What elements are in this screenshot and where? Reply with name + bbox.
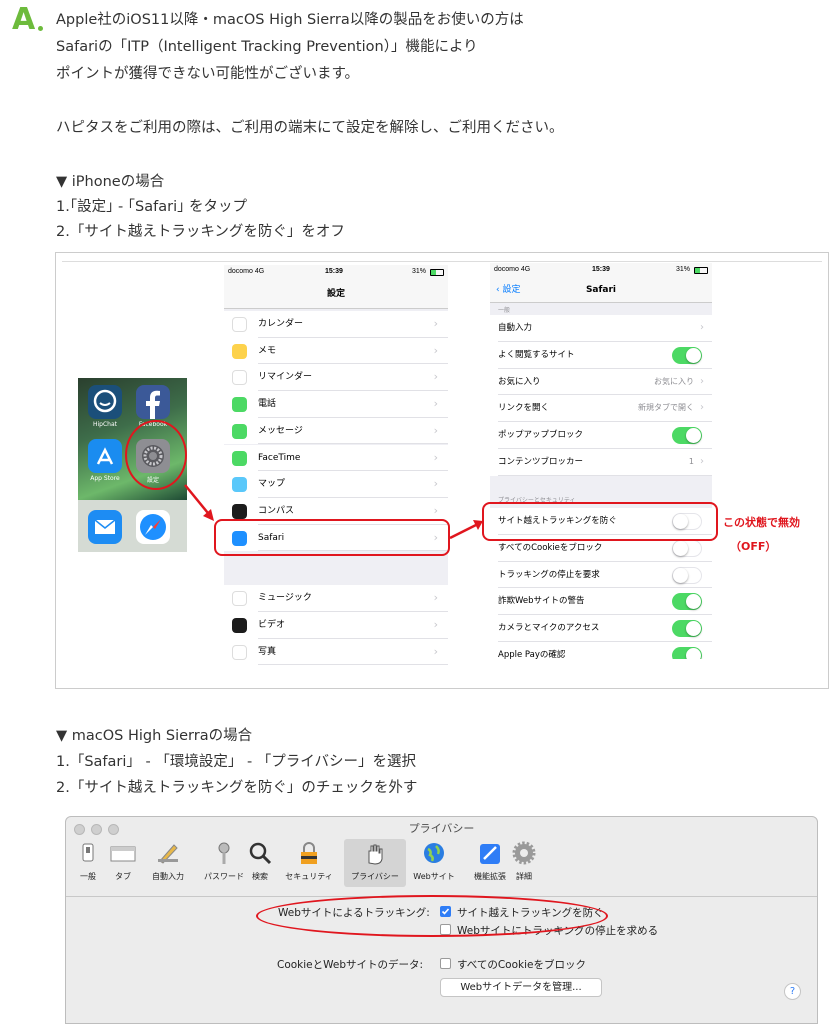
mac-step-2: 2.「サイト越えトラッキングを防ぐ」のチェックを外す [56, 780, 418, 796]
mac-heading: ▼ macOS High Sierraの場合 [56, 728, 253, 744]
toolbar-tab[interactable]: プライバシー [344, 839, 406, 887]
general-switch-icon [82, 843, 94, 862]
autofill-pencil-icon [158, 844, 178, 864]
block-cookies-checkbox[interactable] [440, 958, 451, 969]
annotation-off-text: （OFF） [730, 540, 777, 553]
toolbar-tab-label: 一般 [80, 872, 96, 881]
search-magnifier-icon [249, 842, 272, 865]
toolbar-tab-label: プライバシー [351, 872, 399, 881]
annotation-arrows [184, 484, 483, 540]
toolbar-tab-label: Webサイト [413, 872, 455, 881]
toolbar-tab[interactable]: セキュリティ [281, 839, 337, 887]
extensions-icon [480, 844, 500, 864]
toolbar-tab-label: 自動入力 [152, 872, 184, 881]
toolbar-tab-label: セキュリティ [285, 872, 333, 881]
annotation-disabled-text: この状態で無効 [723, 516, 800, 529]
privacy-pane: Webサイトによるトラッキング: サイト越えトラッキングを防ぐ Webサイトにト… [66, 895, 817, 1023]
privacy-hand-icon [368, 844, 383, 865]
highlight-tracking-ellipse [256, 895, 608, 937]
toolbar-tab-label: タブ [115, 872, 131, 881]
advanced-gear-icon [512, 841, 536, 865]
toolbar-tab[interactable]: 自動入力 [146, 839, 190, 887]
manage-website-data-button[interactable]: Webサイトデータを管理... [440, 978, 602, 997]
toolbar-tab-label: 検索 [252, 872, 268, 881]
toolbar-tab-label: パスワード [204, 872, 244, 881]
toolbar-tab-label: 機能拡張 [474, 872, 506, 881]
passwords-key-icon [218, 842, 230, 864]
mac-step-1: 1.「Safari」 - 「環境設定」 - 「プライバシー」を選択 [56, 754, 417, 770]
toolbar-tab-label: 詳細 [516, 872, 532, 881]
security-lock-icon [301, 842, 317, 864]
cookie-label: CookieとWebサイトのデータ: [277, 959, 424, 971]
toolbar-tab[interactable]: 検索 [246, 839, 274, 887]
mac-privacy-preferences-window: プライバシー 一般 タブ 自動入力 パスワード 検索 セキュリティ プライバシー… [65, 816, 818, 1024]
toolbar-tab[interactable]: 機能拡張 [466, 839, 514, 887]
block-cookies-label: すべてのCookieをブロック [457, 959, 586, 971]
toolbar-tab[interactable]: Webサイト [406, 839, 462, 887]
toolbar-tab[interactable]: パスワード [198, 839, 250, 887]
toolbar-tab[interactable]: 詳細 [508, 839, 540, 887]
toolbar-tab[interactable]: タブ [108, 839, 138, 887]
websites-globe-icon [424, 843, 444, 863]
window-title: プライバシー [408, 822, 475, 835]
help-button[interactable]: ? [784, 983, 801, 1000]
toolbar-tab[interactable]: 一般 [74, 839, 102, 887]
tabs-icon [110, 846, 136, 862]
